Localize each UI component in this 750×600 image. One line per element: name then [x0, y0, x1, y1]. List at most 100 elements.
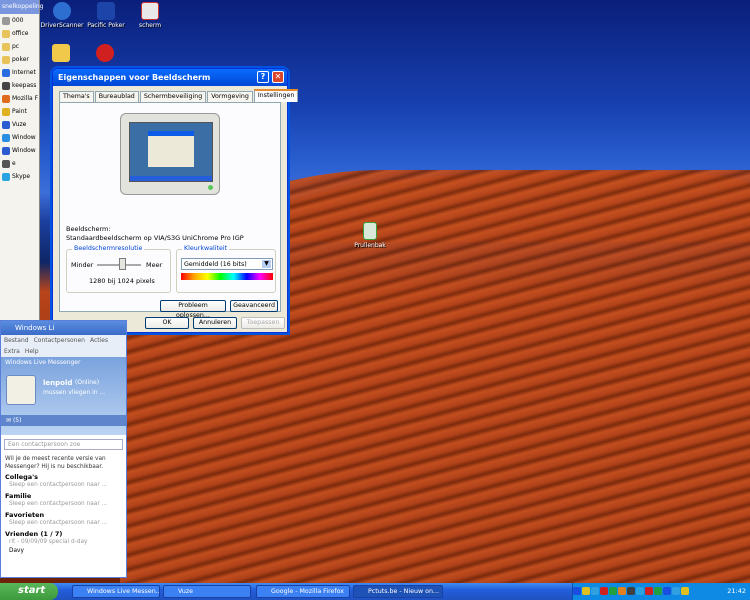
tab-vormgeving[interactable]: Vormgeving — [207, 91, 253, 102]
tab-instellingen[interactable]: Instellingen — [253, 89, 299, 102]
task-firefox-google[interactable]: Google - Mozilla Firefox — [256, 585, 350, 598]
tray-icon[interactable] — [600, 587, 608, 595]
apply-button[interactable]: Toepassen — [241, 317, 285, 329]
menu-extra[interactable]: Extra — [4, 348, 20, 355]
clock[interactable]: 21:42 — [727, 587, 746, 595]
quicklaunch-item[interactable]: office — [0, 27, 39, 40]
contact-davy[interactable]: Davy — [1, 548, 126, 557]
desktop-icon-driverscanner[interactable]: DriverScanner — [38, 2, 86, 29]
app-icon — [2, 133, 10, 142]
menu-acties[interactable]: Acties — [90, 337, 108, 344]
troubleshoot-button[interactable]: Probleem oplossen... — [160, 300, 226, 319]
app-icon — [2, 172, 10, 181]
quicklaunch-item[interactable]: Paint — [0, 105, 39, 118]
tray-icon[interactable] — [618, 587, 626, 595]
tray-icon[interactable] — [663, 587, 671, 595]
tab-themas[interactable]: Thema's — [59, 91, 94, 102]
user-name[interactable]: lenpold — [43, 379, 72, 387]
mail-icon[interactable]: ✉ — [6, 417, 11, 424]
quicklaunch-item-label: Mozilla F — [12, 95, 39, 102]
resolution-slider[interactable] — [119, 258, 126, 270]
resolution-group: Beeldschermresolutie Minder Meer 1280 bi… — [66, 245, 171, 293]
image-file-icon — [141, 2, 159, 20]
desktop-icon-scherm[interactable]: scherm — [126, 2, 174, 29]
cancel-button[interactable]: Annuleren — [193, 317, 237, 329]
tray-icon[interactable] — [636, 587, 644, 595]
quicklaunch-item[interactable]: Vuze — [0, 118, 39, 131]
chevron-down-icon: ▼ — [262, 260, 271, 268]
quicklaunch-item-label: Skype — [12, 173, 31, 180]
desktop-icon-prullenbak[interactable]: Prullenbak — [346, 222, 394, 249]
desktop-icon-poker-spade[interactable] — [90, 44, 120, 64]
quicklaunch-item[interactable]: e — [0, 157, 39, 170]
quicklaunch-item[interactable]: keepass — [0, 79, 39, 92]
dialog-titlebar[interactable]: Eigenschappen voor Beeldscherm ? ✕ — [53, 69, 287, 86]
app-icon — [2, 29, 10, 38]
task-firefox-pctuts[interactable]: Pctuts.be - Nieuw on... — [353, 585, 443, 598]
tray-icon[interactable] — [591, 587, 599, 595]
advanced-button[interactable]: Geavanceerd — [230, 300, 278, 312]
quicklaunch-item[interactable]: Window — [0, 131, 39, 144]
tray-icon[interactable] — [573, 587, 581, 595]
contact-group-hint: Sleep een contactpersoon naar ... — [9, 501, 108, 507]
user-status[interactable]: (Online) — [75, 379, 99, 386]
tray-icon[interactable] — [681, 587, 689, 595]
app-icon — [2, 42, 10, 51]
task-vuze[interactable]: Vuze — [163, 585, 251, 598]
quicklaunch-item-label: Window — [12, 147, 36, 154]
display-label: Beeldscherm: — [66, 225, 111, 233]
poker-icon — [97, 2, 115, 20]
task-messenger[interactable]: Windows Live Messen... — [72, 585, 160, 598]
contact-group-header[interactable]: Collega's — [1, 472, 126, 482]
quicklaunch-item[interactable]: 000 — [0, 14, 39, 27]
desktop-icon-label: Prullenbak — [354, 242, 386, 249]
tray-icon[interactable] — [582, 587, 590, 595]
monitor-preview — [120, 113, 220, 195]
tray-icon[interactable] — [645, 587, 653, 595]
tab-bureaublad[interactable]: Bureaublad — [94, 91, 139, 102]
menu-help[interactable]: Help — [25, 348, 39, 355]
quicklaunch-item[interactable]: pc — [0, 40, 39, 53]
color-quality-title: Kleurkwaliteit — [182, 245, 230, 252]
avatar[interactable] — [6, 375, 36, 405]
quicklaunch-item[interactable]: Mozilla F — [0, 92, 39, 105]
contact-group-header[interactable]: Vrienden (1 / 7) — [1, 529, 126, 539]
contact-group-header[interactable]: Favorieten — [1, 510, 126, 520]
menu-contactpersonen[interactable]: Contactpersonen — [34, 337, 85, 344]
quicklaunch-item[interactable]: Skype — [0, 170, 39, 183]
start-button[interactable]: start — [0, 583, 58, 600]
desktop-icon-label: scherm — [138, 22, 162, 29]
quicklaunch-item[interactable]: Window — [0, 144, 39, 157]
contact-group-hint: rit - 09/09/09 special d-day — [9, 539, 88, 545]
help-button[interactable]: ? — [257, 71, 269, 83]
tab-schermbeveiliging[interactable]: Schermbeveiliging — [139, 91, 207, 102]
resolution-less-label: Minder — [71, 261, 94, 269]
quicklaunch-item[interactable]: poker — [0, 53, 39, 66]
ok-button[interactable]: OK — [145, 317, 189, 329]
recycle-bin-icon — [363, 222, 377, 240]
contact-search-input[interactable]: Een contactpersoon zoe — [4, 439, 123, 450]
color-quality-select[interactable]: Gemiddeld (16 bits) ▼ — [181, 258, 273, 270]
desktop-icon-folder[interactable] — [46, 44, 76, 64]
contact-group-header[interactable]: Familie — [1, 491, 126, 501]
quicklaunch-item[interactable]: Internet — [0, 66, 39, 79]
tray-icon[interactable] — [609, 587, 617, 595]
app-icon — [2, 146, 10, 155]
preview-window — [148, 131, 194, 167]
tray-icon[interactable] — [672, 587, 680, 595]
update-notice[interactable]: Wil je de meest recente versie van Messe… — [1, 454, 126, 472]
messenger-titlebar[interactable]: Windows Li — [1, 321, 126, 335]
resolution-more-label: Meer — [146, 261, 163, 269]
start-label: start — [18, 585, 46, 596]
tray-icon[interactable] — [654, 587, 662, 595]
tray-icon[interactable] — [627, 587, 635, 595]
desktop-icon-label: Pacific Poker — [87, 22, 125, 29]
display-properties-dialog: Eigenschappen voor Beeldscherm ? ✕ Thema… — [52, 68, 299, 333]
personal-message[interactable]: mussen vliegen in ... — [43, 389, 105, 396]
close-button[interactable]: ✕ — [272, 71, 284, 83]
mail-count[interactable]: (5) — [13, 417, 22, 424]
taskbar: start Windows Live Messen... Vuze Google… — [0, 583, 750, 600]
menu-bestand[interactable]: Bestand — [4, 337, 29, 344]
quicklaunch-item-label: pc — [12, 43, 20, 50]
desktop-icon-pacific-poker[interactable]: Pacific Poker — [82, 2, 130, 29]
